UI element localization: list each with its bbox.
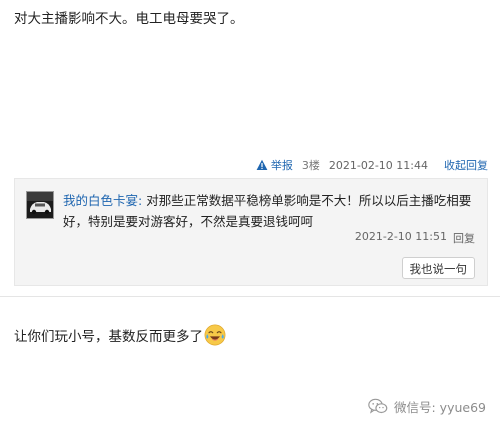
- avatar[interactable]: [26, 191, 54, 219]
- watermark-text: 微信号: yyue69: [394, 400, 486, 415]
- report-label: 举报: [270, 159, 293, 172]
- wechat-icon: [368, 398, 388, 414]
- reply-date: 2021-2-10 11:51: [354, 230, 447, 243]
- floor-number: 3楼: [301, 159, 320, 172]
- post-content: 让你们玩小号，基数反而更多了: [14, 324, 226, 347]
- avatar-image: [27, 192, 53, 218]
- post-meta: 举报 3楼 2021-02-10 11:44 收起回复: [256, 156, 488, 174]
- reply-username[interactable]: 我的白色卡宴:: [63, 193, 142, 208]
- reply-meta: 2021-2-10 11:51 回复: [355, 230, 475, 246]
- say-something-button[interactable]: 我也说一句: [401, 257, 475, 279]
- post-content: 对大主播影响不大。电工电母要哭了。: [14, 11, 244, 27]
- reply-link[interactable]: 回复: [453, 230, 475, 246]
- wechat-watermark: 微信号: yyue69: [368, 397, 486, 416]
- collapse-replies-link[interactable]: 收起回复: [444, 157, 488, 173]
- laugh-cry-emoji-icon: [204, 324, 226, 346]
- reply-content: 我的白色卡宴: 对那些正常数据平稳榜单影响是不大！所以以后主播吃相要好，特别是要…: [63, 190, 479, 232]
- reply-panel: 我的白色卡宴: 对那些正常数据平稳榜单影响是不大！所以以后主播吃相要好，特别是要…: [14, 178, 488, 286]
- warning-icon: [256, 159, 268, 170]
- post-date: 2021-02-10 11:44: [328, 158, 428, 172]
- post-divider: [0, 296, 500, 297]
- post-text: 让你们玩小号，基数反而更多了: [14, 329, 203, 345]
- report-link[interactable]: 举报: [256, 157, 293, 173]
